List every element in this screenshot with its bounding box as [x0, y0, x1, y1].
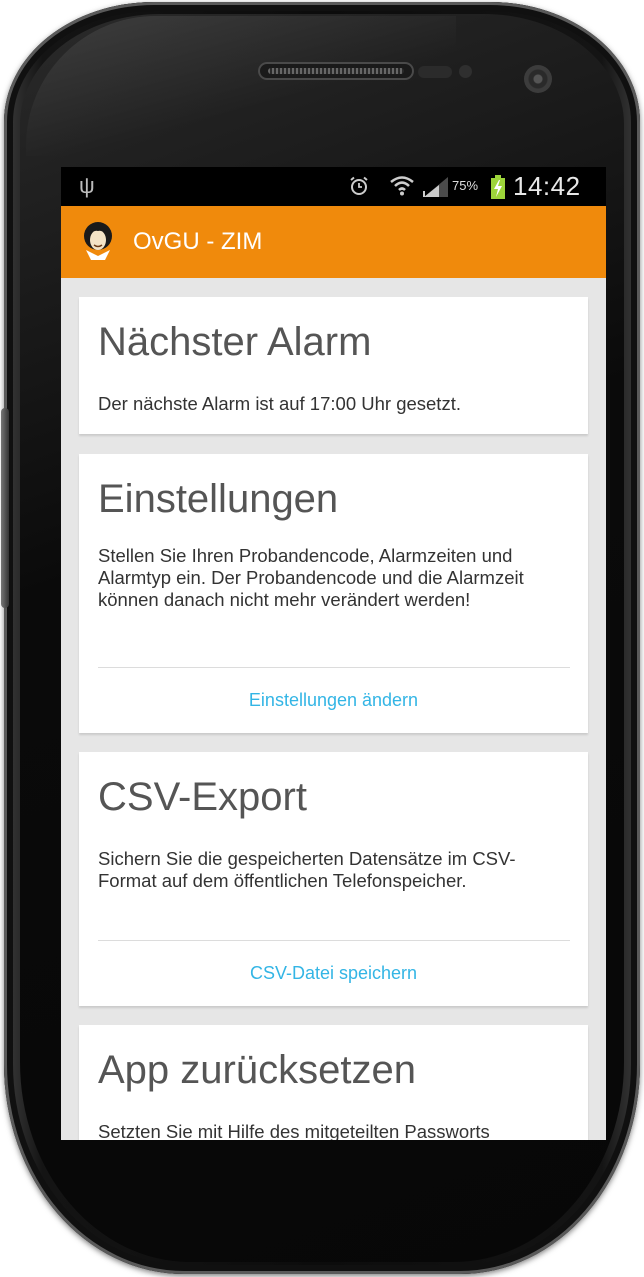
- next-alarm-title: Nächster Alarm: [98, 320, 372, 364]
- volume-key: [1, 408, 9, 608]
- proximity-sensor: [418, 66, 452, 78]
- settings-title: Einstellungen: [98, 477, 339, 521]
- battery-percent: 75%: [452, 178, 479, 193]
- signal-icon: [423, 177, 448, 197]
- next-alarm-text: Der nächste Alarm ist auf 17:00 Uhr gese…: [98, 393, 461, 414]
- usb-icon: ψ: [79, 173, 95, 198]
- csv-export-text: Sichern Sie die gespeicherten Datensätze…: [98, 848, 516, 891]
- settings-text: Stellen Sie Ihren Probandencode, Alarmze…: [98, 545, 524, 610]
- app-logo-icon[interactable]: [81, 220, 115, 262]
- change-settings-button[interactable]: Einstellungen ändern: [79, 690, 588, 711]
- front-camera: [524, 65, 552, 93]
- status-time: 14:42: [513, 171, 581, 201]
- app-title: OvGU - ZIM: [133, 228, 263, 255]
- battery-charging-icon: [491, 175, 505, 199]
- settings-divider: [98, 667, 570, 668]
- reset-card: App zurücksetzen Setzten Sie mit Hilfe d…: [79, 1025, 588, 1140]
- csv-export-title: CSV-Export: [98, 775, 307, 819]
- csv-export-card: CSV-Export Sichern Sie die gespeicherten…: [79, 752, 588, 1006]
- csv-export-divider: [98, 940, 570, 941]
- phone-screen: ψ 75% 14:42 OvGU - ZIM Nächster Alarm De…: [61, 167, 606, 1140]
- action-bar: OvGU - ZIM: [61, 206, 606, 278]
- reset-text: Setzten Sie mit Hilfe des mitgeteilten P…: [98, 1121, 490, 1140]
- earpiece-speaker: [258, 62, 414, 80]
- reset-title: App zurücksetzen: [98, 1048, 416, 1092]
- status-bar: ψ 75% 14:42: [61, 167, 606, 206]
- settings-card: Einstellungen Stellen Sie Ihren Probande…: [79, 454, 588, 733]
- next-alarm-card: Nächster Alarm Der nächste Alarm ist auf…: [79, 297, 588, 434]
- card-list: Nächster Alarm Der nächste Alarm ist auf…: [61, 278, 606, 1140]
- save-csv-button[interactable]: CSV-Datei speichern: [79, 963, 588, 984]
- alarm-icon: [350, 176, 368, 195]
- wifi-icon: [390, 176, 414, 196]
- light-sensor: [459, 65, 472, 78]
